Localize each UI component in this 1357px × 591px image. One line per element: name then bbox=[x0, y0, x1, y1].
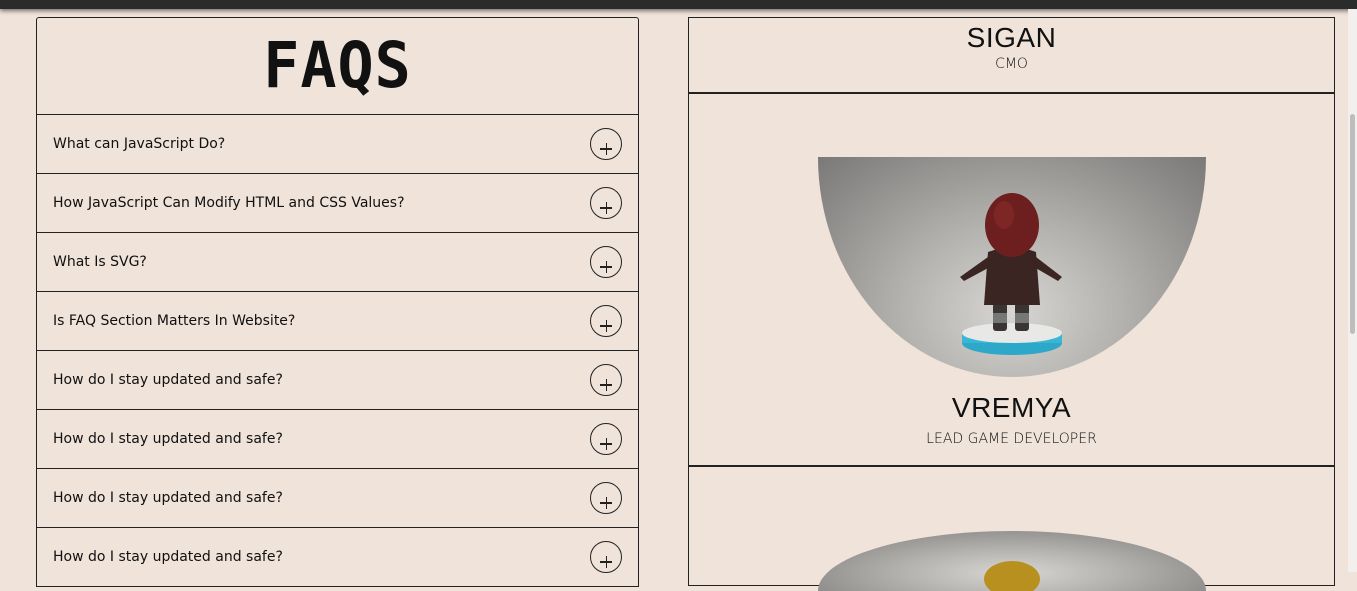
team-card bbox=[688, 466, 1335, 591]
browser-top-bar bbox=[0, 0, 1357, 9]
faq-question: What Is SVG? bbox=[53, 254, 147, 270]
character-figure-icon bbox=[984, 561, 1040, 591]
member-role: LEAD GAME DEVELOPER bbox=[926, 431, 1097, 447]
faq-question: What can JavaScript Do? bbox=[53, 136, 226, 152]
faq-title: FAQS bbox=[263, 29, 412, 103]
faq-item[interactable]: How do I stay updated and safe? bbox=[36, 469, 639, 528]
faq-item[interactable]: How do I stay updated and safe? bbox=[36, 351, 639, 410]
team-card: VREMYA LEAD GAME DEVELOPER bbox=[688, 93, 1335, 466]
team-card: SIGAN CMO bbox=[688, 17, 1335, 93]
member-name: SIGAN bbox=[966, 22, 1057, 53]
expand-plus-icon[interactable] bbox=[590, 187, 622, 219]
faq-item[interactable]: How JavaScript Can Modify HTML and CSS V… bbox=[36, 174, 639, 233]
faq-question: How do I stay updated and safe? bbox=[53, 372, 283, 388]
member-avatar bbox=[818, 531, 1206, 591]
faq-item[interactable]: How do I stay updated and safe? bbox=[36, 410, 639, 469]
faq-question: How do I stay updated and safe? bbox=[53, 549, 283, 565]
faq-item[interactable]: Is FAQ Section Matters In Website? bbox=[36, 292, 639, 351]
faq-item[interactable]: What Is SVG? bbox=[36, 233, 639, 292]
character-figure-icon bbox=[960, 193, 1062, 355]
member-name: VREMYA bbox=[951, 392, 1072, 423]
expand-plus-icon[interactable] bbox=[590, 482, 622, 514]
expand-plus-icon[interactable] bbox=[590, 246, 622, 278]
member-avatar bbox=[818, 157, 1206, 377]
faq-item[interactable]: How do I stay updated and safe? bbox=[36, 528, 639, 587]
expand-plus-icon[interactable] bbox=[590, 423, 622, 455]
page-scrollbar[interactable] bbox=[1348, 9, 1357, 572]
expand-plus-icon[interactable] bbox=[590, 364, 622, 396]
expand-plus-icon[interactable] bbox=[590, 128, 622, 160]
faq-header: FAQS bbox=[36, 17, 639, 115]
faq-question: How do I stay updated and safe? bbox=[53, 431, 283, 447]
expand-plus-icon[interactable] bbox=[590, 541, 622, 573]
member-role: CMO bbox=[995, 56, 1028, 72]
faq-question: How JavaScript Can Modify HTML and CSS V… bbox=[53, 195, 405, 211]
scrollbar-thumb[interactable] bbox=[1350, 114, 1355, 334]
faq-question: Is FAQ Section Matters In Website? bbox=[53, 313, 296, 329]
faq-item[interactable]: What can JavaScript Do? bbox=[36, 115, 639, 174]
faq-question: How do I stay updated and safe? bbox=[53, 490, 283, 506]
expand-plus-icon[interactable] bbox=[590, 305, 622, 337]
faq-section: FAQS What can JavaScript Do? How JavaScr… bbox=[36, 17, 639, 587]
